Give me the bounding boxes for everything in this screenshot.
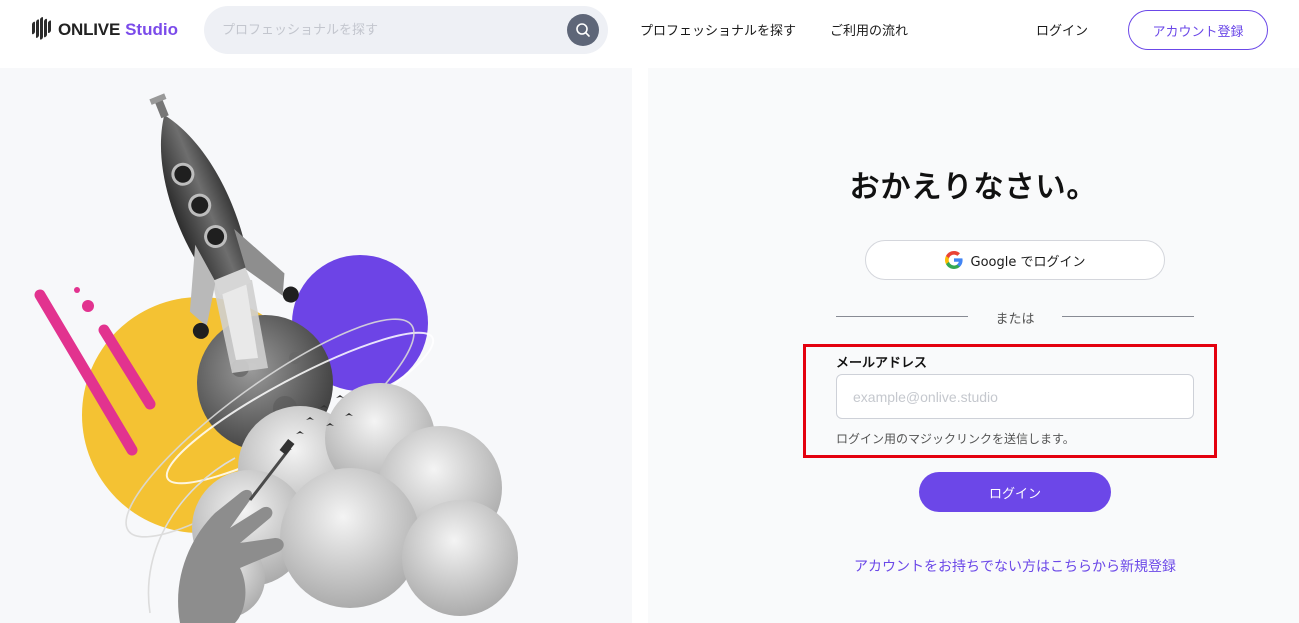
divider-text: または [995, 312, 1035, 327]
brand-accent: Studio [125, 20, 178, 39]
magenta-dot-shape [74, 287, 80, 293]
login-panel: おかえりなさい。 Google でログイン または メールアドレス ログイン用の… [648, 68, 1299, 623]
magenta-dot-shape [82, 300, 94, 312]
nav-how-it-works[interactable]: ご利用の流れ [830, 20, 908, 39]
email-label: メールアドレス [836, 356, 928, 371]
nav-login[interactable]: ログイン [1036, 20, 1088, 39]
search-bar [204, 6, 608, 54]
search-button[interactable] [567, 14, 599, 46]
google-icon [944, 251, 963, 269]
hero-illustration [0, 68, 632, 623]
search-icon [576, 23, 590, 37]
nav-find-professionals[interactable]: プロフェッショナルを探す [640, 20, 796, 39]
register-button[interactable]: アカウント登録 [1128, 10, 1268, 50]
login-submit-button[interactable]: ログイン [919, 472, 1111, 512]
page-title: おかえりなさい。 [849, 170, 1098, 205]
search-input[interactable] [222, 6, 562, 54]
brand-name: ONLIVE [58, 20, 121, 39]
google-login-label: Google でログイン [970, 254, 1086, 270]
email-help-text: ログイン用のマジックリンクを送信します。 [836, 432, 1075, 446]
site-header: ONLIVE Studio プロフェッショナルを探す ご利用の流れ ログイン ア… [0, 0, 1299, 68]
google-login-button[interactable]: Google でログイン [865, 240, 1165, 280]
rocket-shape [149, 93, 299, 339]
divider-line [1062, 316, 1194, 317]
or-divider: または [836, 307, 1194, 327]
email-field[interactable] [836, 374, 1194, 419]
logo-wave-icon [32, 17, 51, 40]
rocket-collage-illustration [34, 93, 518, 623]
signup-link[interactable]: アカウントをお持ちでない方はこちらから新規登録 [836, 556, 1194, 576]
brand-logo[interactable]: ONLIVE Studio [30, 14, 178, 46]
